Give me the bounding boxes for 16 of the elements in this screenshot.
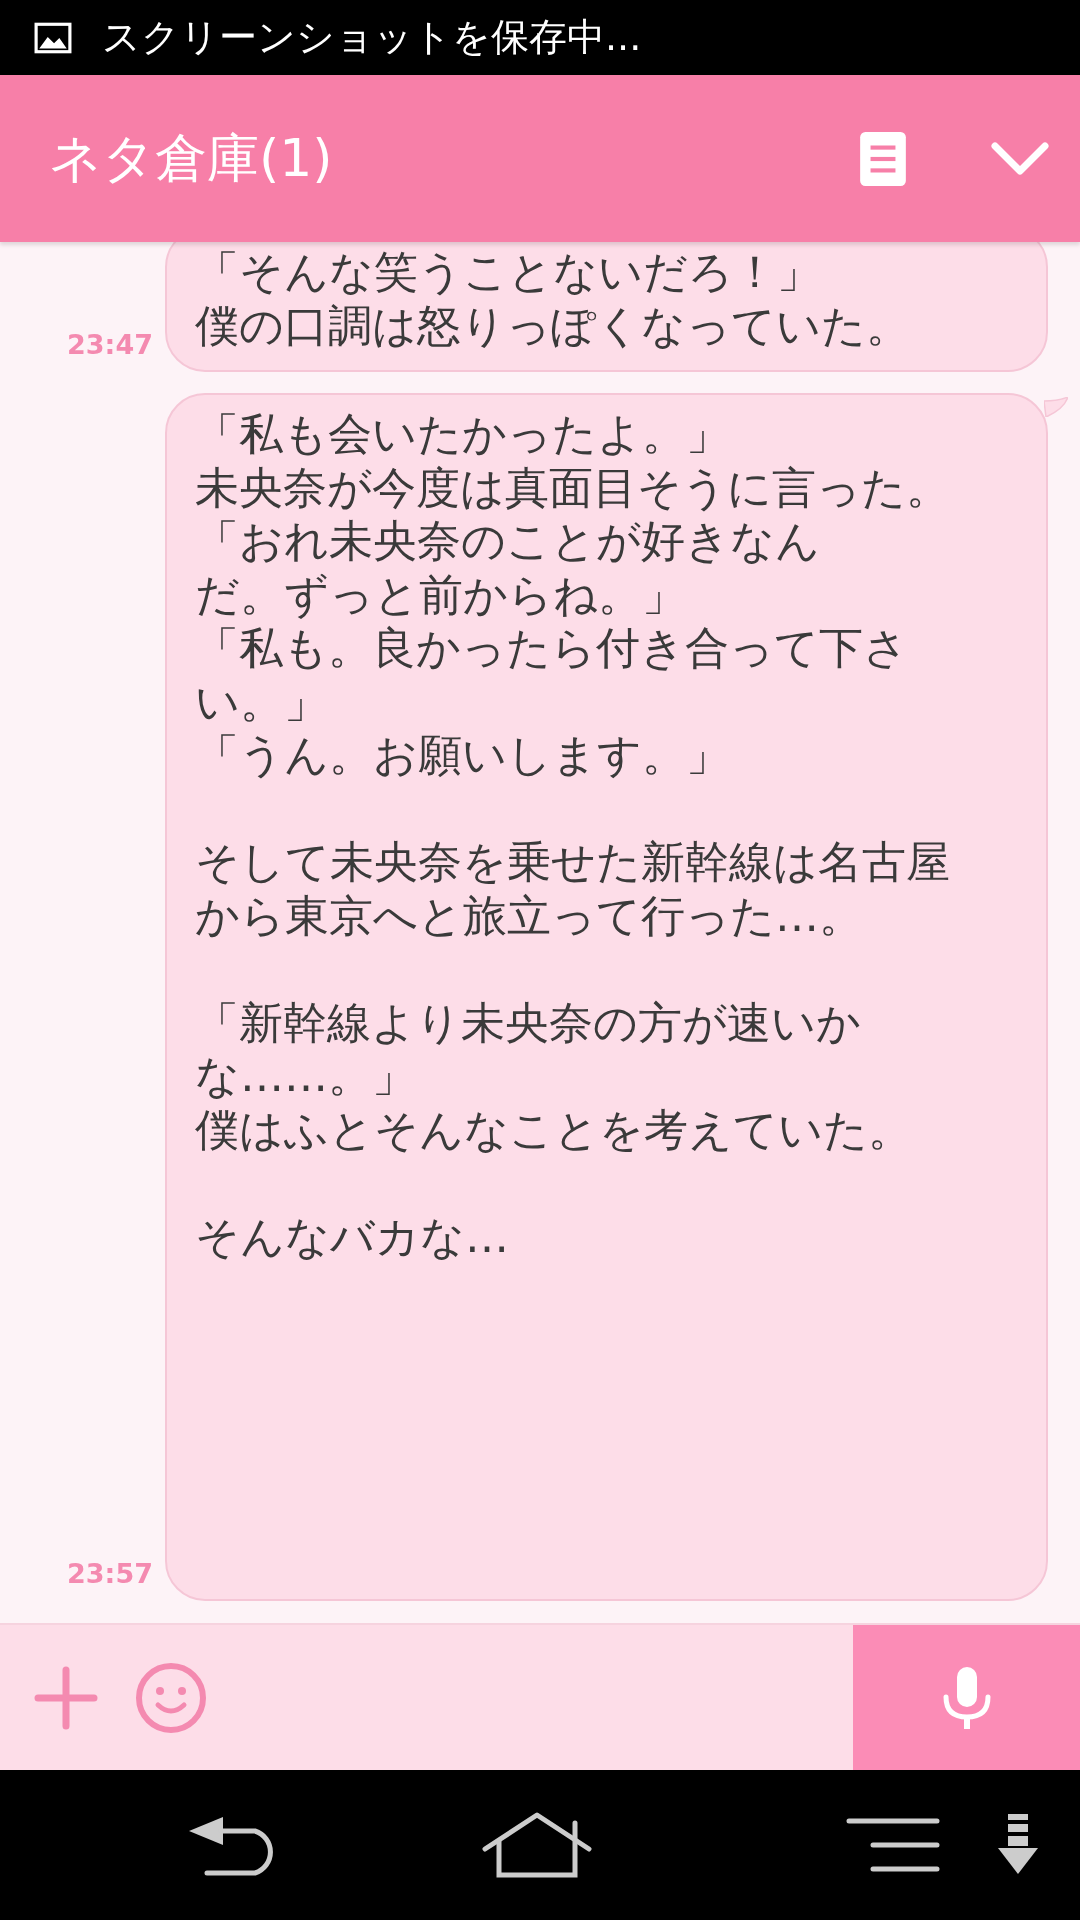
chevron-down-icon[interactable] bbox=[990, 140, 1050, 177]
message-time: 23:57 bbox=[66, 1558, 154, 1591]
message-text: 「新幹線より未央奈の方が速いか な……。」 僕はふとそんなことを考えていた。 bbox=[195, 995, 913, 1156]
home-icon[interactable] bbox=[481, 1811, 593, 1879]
message-text: 「私も会いたかったよ。」 未央奈が今度は真面目そうに言った。 「おれ未央奈のことが好きなん だ。ずっと前からね。」 「私も。良かったら付き合って下さ い。」 「うん。お願いします。」 bbox=[195, 407, 951, 782]
smiley-icon[interactable] bbox=[134, 1660, 208, 1735]
message-time: 23:47 bbox=[66, 329, 154, 362]
message-text: そんなバカな… bbox=[195, 1209, 510, 1263]
chat-title: ネタ倉庫(1) bbox=[49, 126, 334, 190]
microphone-button[interactable] bbox=[853, 1625, 1080, 1770]
picture-icon bbox=[34, 21, 72, 54]
status-text: スクリーンショットを保存中... bbox=[102, 14, 642, 61]
plus-icon[interactable] bbox=[34, 1665, 98, 1730]
message-text: 「そんな笑うことないだろ！」 僕の口調は怒りっぽくなっていた。 bbox=[195, 245, 911, 352]
note-icon[interactable] bbox=[860, 131, 906, 186]
message-text: そして未央奈を乗せた新幹線は名古屋 から東京へと旅立って行った…。 bbox=[195, 835, 951, 942]
